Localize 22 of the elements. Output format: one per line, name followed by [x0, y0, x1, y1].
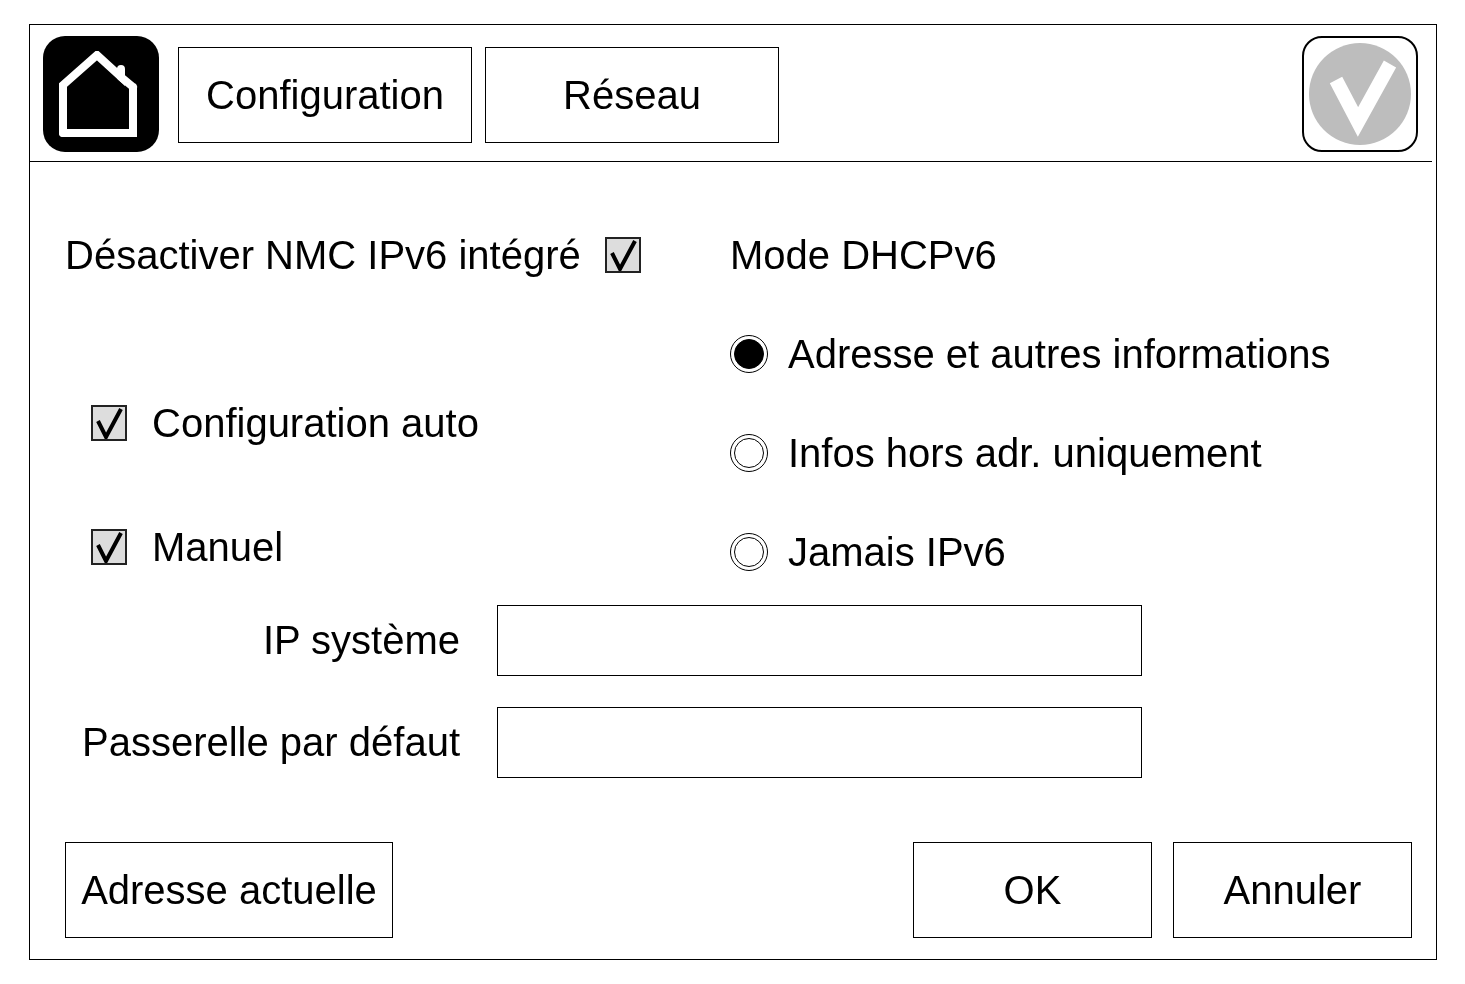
home-button[interactable] [43, 36, 159, 152]
nav-button[interactable]: Configuration [178, 47, 472, 143]
check-icon [1308, 42, 1412, 146]
radio-label: Infos hors adr. uniquement [788, 430, 1262, 476]
nav-button[interactable]: Réseau [485, 47, 779, 143]
input-field[interactable] [497, 707, 1142, 778]
dialog-button[interactable]: Annuler [1173, 842, 1412, 938]
field-label: Passerelle par défaut [81, 720, 460, 765]
field-label: IP système [261, 618, 460, 663]
checkbox[interactable] [91, 529, 127, 565]
radio-label: Jamais IPv6 [788, 529, 1006, 575]
input-field[interactable] [497, 605, 1142, 676]
confirm-button[interactable] [1302, 36, 1418, 152]
radio-label: Adresse et autres informations [788, 331, 1331, 377]
section-title: Mode DHCPv6 [730, 232, 997, 278]
checkbox[interactable] [604, 237, 641, 273]
dialog-button[interactable]: OK [913, 842, 1152, 938]
checkbox[interactable] [91, 405, 127, 441]
checkbox-label: Désactiver NMC IPv6 intégré [65, 232, 581, 278]
checkbox-label: Configuration auto [152, 400, 479, 446]
checkbox-label: Manuel [152, 524, 284, 570]
current-address-button[interactable]: Adresse actuelle [65, 842, 393, 938]
